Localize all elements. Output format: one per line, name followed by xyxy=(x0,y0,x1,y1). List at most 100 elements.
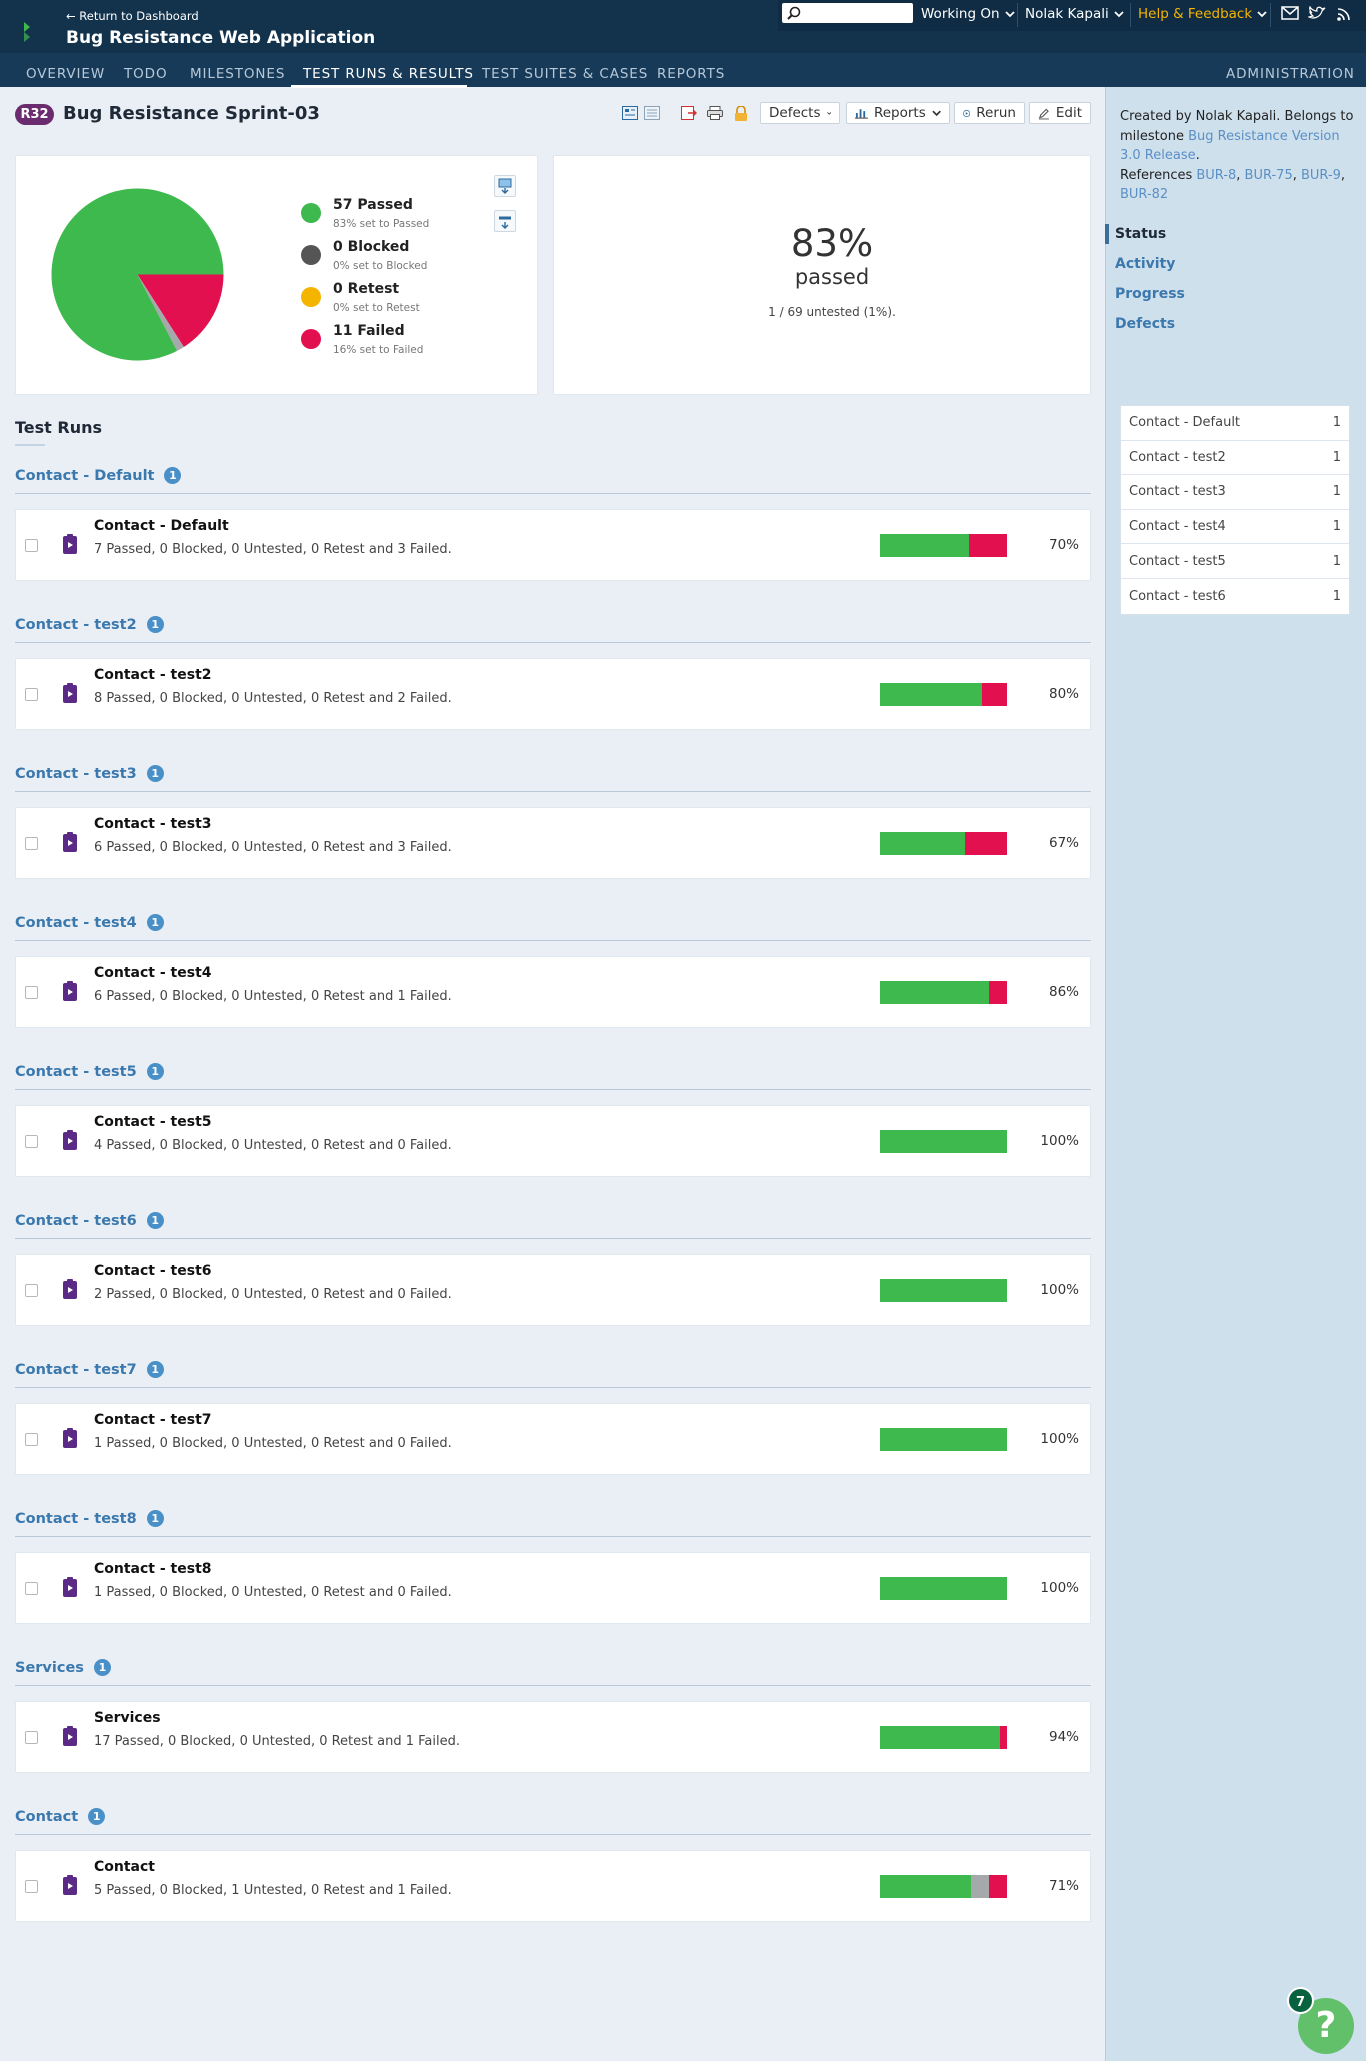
run-checkbox[interactable] xyxy=(25,986,38,999)
reference-link[interactable]: BUR-8 xyxy=(1196,168,1236,183)
nav-milestones[interactable]: MILESTONES xyxy=(190,66,285,82)
nav-administration[interactable]: ADMINISTRATION xyxy=(1226,66,1355,82)
user-menu[interactable]: Nolak Kapali xyxy=(1025,6,1124,22)
run-id-badge: R32 xyxy=(15,104,54,125)
sidebar-run-count: 1 xyxy=(1332,588,1341,604)
run-progress-bar xyxy=(880,1577,1007,1600)
test-run-row: Contact - test6 2 Passed, 0 Blocked, 0 Un… xyxy=(15,1254,1091,1326)
lock-icon[interactable] xyxy=(734,106,748,121)
run-pass-percent: 80% xyxy=(1048,686,1079,702)
app-logo-icon[interactable] xyxy=(22,20,36,42)
return-to-dashboard-link[interactable]: ← Return to Dashboard xyxy=(66,9,199,23)
run-progress-bar xyxy=(880,1428,1007,1451)
group-count-badge: 1 xyxy=(146,1063,164,1080)
group-header-contact-test2[interactable]: Contact - test2 1 xyxy=(15,616,164,633)
test-run-icon xyxy=(63,683,77,703)
reference-link[interactable]: BUR-75 xyxy=(1245,168,1293,183)
divider xyxy=(1270,3,1271,27)
search-input[interactable] xyxy=(782,3,913,23)
run-checkbox[interactable] xyxy=(25,837,38,850)
reports-button[interactable]: Reports xyxy=(846,102,950,124)
run-name-link[interactable]: Contact - test8 xyxy=(94,1561,212,1577)
group-header-contact-test8[interactable]: Contact - test8 1 xyxy=(15,1510,164,1527)
print-icon[interactable] xyxy=(707,106,723,120)
divider xyxy=(15,493,1091,494)
sidebar-tab-activity[interactable]: Activity xyxy=(1115,256,1175,272)
help-feedback-menu[interactable]: Help & Feedback xyxy=(1138,6,1267,22)
export-image-button[interactable] xyxy=(494,175,516,197)
group-header-contact-test5[interactable]: Contact - test5 1 xyxy=(15,1063,164,1080)
run-name-link[interactable]: Contact - test3 xyxy=(94,816,212,832)
group-header-contact-test7[interactable]: Contact - test7 1 xyxy=(15,1361,164,1378)
bar-segment-passed xyxy=(880,1279,1007,1302)
sidebar-run-item[interactable]: Contact - test6 1 xyxy=(1121,579,1349,614)
nav-test-runs-results[interactable]: TEST RUNS & RESULTS xyxy=(303,66,474,82)
bar-segment-failed xyxy=(988,1875,1007,1898)
run-name-link[interactable]: Contact xyxy=(94,1859,155,1875)
nav-test-suites-cases[interactable]: TEST SUITES & CASES xyxy=(482,66,648,82)
sidebar-tab-progress[interactable]: Progress xyxy=(1115,286,1185,302)
run-checkbox[interactable] xyxy=(25,1433,38,1446)
nav-todo[interactable]: TODO xyxy=(124,66,168,82)
group-title: Services xyxy=(15,1659,84,1676)
view-compact-icon[interactable] xyxy=(644,106,660,120)
export-icon[interactable] xyxy=(681,106,697,120)
rss-icon[interactable] xyxy=(1336,6,1352,22)
run-name-link[interactable]: Contact - test5 xyxy=(94,1114,212,1130)
test-run-row: Contact - test7 1 Passed, 0 Blocked, 0 Un… xyxy=(15,1403,1091,1475)
test-run-row: Contact - test4 6 Passed, 0 Blocked, 0 Un… xyxy=(15,956,1091,1028)
run-summary: 2 Passed, 0 Blocked, 0 Untested, 0 Retes… xyxy=(94,1287,452,1302)
reference-link[interactable]: BUR-9 xyxy=(1301,168,1341,183)
sidebar-run-item[interactable]: Contact - test5 1 xyxy=(1121,544,1349,579)
group-header-contact[interactable]: Contact 1 xyxy=(15,1808,106,1825)
run-checkbox[interactable] xyxy=(25,1880,38,1893)
edit-button[interactable]: Edit xyxy=(1029,102,1091,124)
group-count-badge: 1 xyxy=(146,1212,164,1229)
run-checkbox[interactable] xyxy=(25,1135,38,1148)
sidebar-run-item[interactable]: Contact - test4 1 xyxy=(1121,510,1349,545)
group-header-services[interactable]: Services 1 xyxy=(15,1659,111,1676)
help-notification-badge: 7 xyxy=(1287,1987,1314,2014)
run-checkbox[interactable] xyxy=(25,1582,38,1595)
run-checkbox[interactable] xyxy=(25,539,38,552)
run-name-link[interactable]: Contact - test2 xyxy=(94,667,212,683)
run-checkbox[interactable] xyxy=(25,1731,38,1744)
run-name-link[interactable]: Contact - Default xyxy=(94,518,229,534)
run-name-link[interactable]: Contact - test6 xyxy=(94,1263,212,1279)
bar-chart-icon xyxy=(855,109,868,119)
group-header-contact-test3[interactable]: Contact - test3 1 xyxy=(15,765,164,782)
csv-download-icon xyxy=(499,216,511,229)
test-run-icon xyxy=(63,1726,77,1746)
working-on-menu[interactable]: Working On xyxy=(921,6,1015,22)
group-header-contact-test6[interactable]: Contact - test6 1 xyxy=(15,1212,164,1229)
twitter-icon[interactable] xyxy=(1308,6,1326,20)
export-csv-button[interactable] xyxy=(494,210,516,232)
run-checkbox[interactable] xyxy=(25,1284,38,1297)
sidebar-run-item[interactable]: Contact - test3 1 xyxy=(1121,475,1349,510)
reference-link[interactable]: BUR-82 xyxy=(1120,187,1168,202)
run-summary: 7 Passed, 0 Blocked, 0 Untested, 0 Retes… xyxy=(94,542,452,557)
app-title[interactable]: Bug Resistance Web Application xyxy=(66,28,375,48)
run-name-link[interactable]: Services xyxy=(94,1710,161,1726)
run-name-link[interactable]: Contact - test4 xyxy=(94,965,212,981)
run-progress-bar xyxy=(880,1875,1007,1898)
run-checkbox[interactable] xyxy=(25,688,38,701)
sidebar-tab-defects[interactable]: Defects xyxy=(1115,316,1175,332)
legend-dot-failed xyxy=(301,329,321,349)
group-header-contact-test4[interactable]: Contact - test4 1 xyxy=(15,914,164,931)
sidebar-tab-status[interactable]: Status xyxy=(1115,226,1166,242)
rerun-button[interactable]: Rerun xyxy=(954,102,1025,124)
nav-reports[interactable]: REPORTS xyxy=(657,66,725,82)
bar-segment-untested xyxy=(970,1875,989,1898)
run-name-link[interactable]: Contact - test7 xyxy=(94,1412,212,1428)
test-run-icon xyxy=(63,981,77,1001)
sidebar xyxy=(1105,87,1366,2061)
sidebar-run-item[interactable]: Contact - test2 1 xyxy=(1121,441,1349,476)
search-icon xyxy=(787,6,801,20)
mail-icon[interactable] xyxy=(1281,6,1299,20)
nav-overview[interactable]: OVERVIEW xyxy=(26,66,105,82)
defects-button[interactable]: Defects xyxy=(760,102,840,124)
group-header-contact-default[interactable]: Contact - Default 1 xyxy=(15,467,182,484)
sidebar-run-item[interactable]: Contact - Default 1 xyxy=(1121,406,1349,441)
view-details-icon[interactable] xyxy=(622,106,638,120)
